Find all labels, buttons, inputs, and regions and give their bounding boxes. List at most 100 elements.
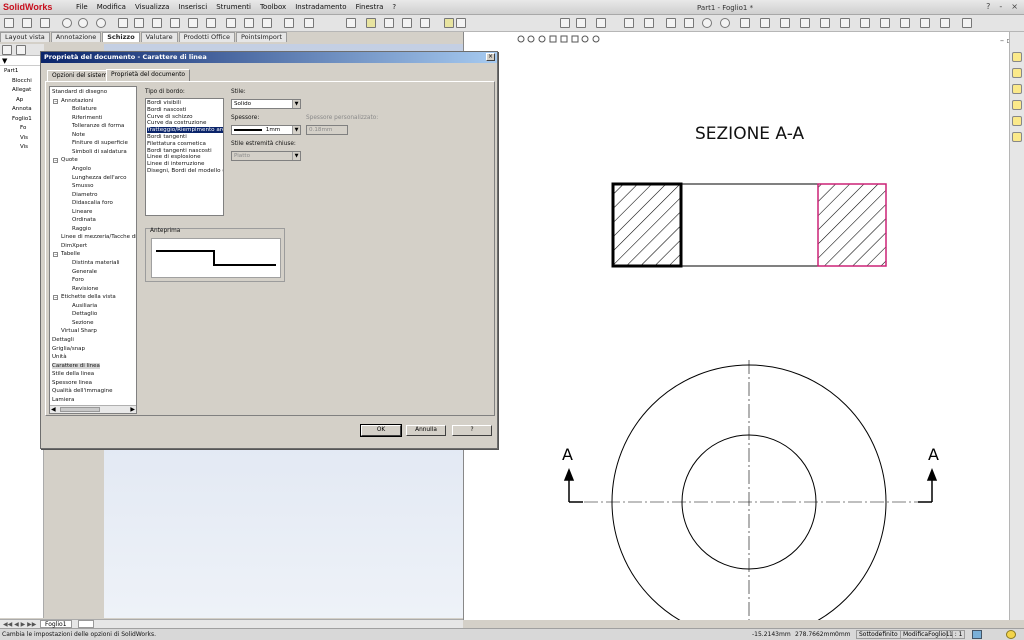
rectangle-icon-right[interactable] (684, 18, 694, 28)
circle-icon-right[interactable] (702, 18, 712, 28)
command-tab[interactable]: Schizzo (102, 32, 140, 42)
circle-icon[interactable] (62, 18, 72, 28)
ellipse-icon[interactable] (78, 18, 88, 28)
hatch-region-left[interactable] (611, 182, 683, 268)
view-palette-icon[interactable] (1012, 100, 1022, 110)
point-icon-right[interactable] (800, 18, 810, 28)
options-tree-item[interactable]: Bollature (72, 106, 97, 112)
menu-item[interactable]: ? (392, 3, 396, 11)
fillet-icon[interactable] (152, 18, 162, 28)
cancel-button[interactable]: Annulla (406, 425, 446, 436)
collapse-icon[interactable]: − (53, 98, 58, 104)
options-tree-item[interactable]: Etichette della vista (61, 294, 116, 300)
open-file-icon[interactable] (366, 18, 376, 28)
new-file-icon[interactable] (346, 18, 356, 28)
options-tree-item[interactable]: DimXpert (61, 243, 87, 249)
options-tree-item[interactable]: Lineare (72, 209, 92, 215)
grid-icon[interactable] (920, 18, 930, 28)
border-type-item[interactable]: Linee di esplosione (147, 154, 201, 160)
options-tree-item[interactable]: Linee di mezzeria/Tacche di c (61, 234, 136, 240)
arc-icon[interactable] (96, 18, 106, 28)
border-type-item[interactable]: Bordi visibili (147, 100, 181, 106)
options-tree-item[interactable]: Distinta materiali (72, 260, 120, 266)
tree-item[interactable]: Vis (20, 144, 28, 150)
dimension-icon[interactable] (940, 18, 950, 28)
help-button[interactable]: ? (452, 425, 492, 436)
select-icon[interactable] (4, 18, 14, 28)
custom-thickness-input[interactable]: 0.18mm (306, 125, 348, 135)
text-icon-right[interactable] (820, 18, 830, 28)
collapse-icon[interactable]: − (53, 252, 58, 258)
border-type-item[interactable]: Bordi nascosti (147, 107, 186, 113)
menu-item[interactable]: Finestra (356, 3, 384, 11)
options-tree-item[interactable]: Standard di disegno (52, 89, 107, 95)
ok-button[interactable]: OK (360, 424, 402, 437)
add-sheet-icon[interactable] (78, 620, 94, 628)
menu-item[interactable]: Modifica (97, 3, 126, 11)
options-tree-item[interactable]: Didascalia foro (72, 200, 113, 206)
border-type-list[interactable]: Bordi visibili Bordi nascosti Curve di sch… (145, 98, 224, 216)
custom-properties-icon[interactable] (1012, 132, 1022, 142)
tab-document-properties[interactable]: Proprietà del documento (106, 69, 191, 81)
border-type-item[interactable]: Filettatura cosmetica (147, 141, 206, 147)
options-tree-item[interactable]: Virtual Sharp (61, 328, 97, 334)
options-tree-item[interactable]: Diametro (72, 192, 98, 198)
menu-item[interactable]: Inserisci (178, 3, 207, 11)
thickness-select[interactable]: 1mm ▼ (231, 125, 301, 135)
options-tree-item[interactable]: Smusso (72, 183, 93, 189)
sheet-tab[interactable]: Foglio1 (40, 620, 72, 628)
trim-icon[interactable] (226, 18, 236, 28)
line-icon-right[interactable] (624, 18, 634, 28)
border-type-item[interactable]: Bordi tangenti (147, 134, 187, 140)
rebuild-status-icon[interactable] (1006, 630, 1016, 639)
dialog-close-button[interactable]: × (486, 53, 495, 61)
polygon-icon[interactable] (134, 18, 144, 28)
line-icon[interactable] (22, 18, 32, 28)
spline-icon[interactable] (118, 18, 128, 28)
tree-item[interactable]: Blocchi (12, 78, 32, 84)
sheet-nav-icons[interactable]: ◀◀ ◀ ▶ ▶▶ (3, 621, 36, 628)
point-icon[interactable] (170, 18, 180, 28)
save-icon[interactable] (384, 18, 394, 28)
minimize-button[interactable]: - (999, 2, 1002, 11)
options-tree-item[interactable]: Quote (61, 157, 78, 163)
hatch-region-right[interactable] (817, 183, 887, 267)
section-view-icon[interactable] (596, 18, 606, 28)
options-tree-item[interactable]: Ordinata (72, 217, 96, 223)
options-tree-item[interactable]: Tabelle (61, 251, 80, 257)
tree-item[interactable]: Foglio1 (12, 116, 32, 122)
options-tree-item[interactable]: Lunghezza dell'arco (72, 175, 127, 181)
tree-item[interactable]: Part1 (4, 68, 18, 74)
scroll-left-icon[interactable]: ◀ (51, 406, 56, 413)
tree-filter[interactable]: ▼ (0, 57, 44, 66)
menu-item[interactable]: Visualizza (135, 3, 169, 11)
mirror-icon[interactable] (244, 18, 254, 28)
options-tree-item[interactable]: Unità (52, 354, 67, 360)
options-tree-item[interactable]: Carattere di linea (52, 362, 100, 369)
construction-icon[interactable] (644, 18, 654, 28)
section-arrow-right[interactable] (918, 467, 938, 503)
display-style-icon[interactable] (576, 18, 586, 28)
scroll-thumb[interactable] (60, 407, 100, 412)
border-type-item[interactable]: Tratteggio/Riempimento area (147, 127, 223, 134)
help-status-icon[interactable] (972, 630, 982, 639)
options-tree-item[interactable]: Dettaglio (72, 311, 97, 317)
options-tree-item[interactable]: Ausiliaria (72, 303, 97, 309)
collapse-icon[interactable]: − (53, 158, 58, 164)
options-tree-item[interactable]: Stile della linea (52, 371, 94, 377)
feature-tree-icon[interactable] (2, 45, 12, 55)
pattern-icon[interactable] (262, 18, 272, 28)
command-tab[interactable]: Valutare (140, 32, 178, 42)
property-manager-icon[interactable] (16, 45, 26, 55)
menu-item[interactable]: File (76, 3, 88, 11)
options-tree-item[interactable]: Annotazioni (61, 98, 93, 104)
options-tree-item[interactable]: Note (72, 132, 85, 138)
centerline-icon[interactable] (188, 18, 198, 28)
end-style-select[interactable]: Piatto ▼ (231, 151, 301, 161)
view-orientation-icon[interactable] (560, 18, 570, 28)
ellipse-icon-right[interactable] (760, 18, 770, 28)
options-tree-item[interactable]: Griglia/snap (52, 346, 85, 352)
tree-item[interactable]: Allegat (12, 87, 31, 93)
options-icon[interactable] (456, 18, 466, 28)
file-explorer-icon[interactable] (1012, 84, 1022, 94)
